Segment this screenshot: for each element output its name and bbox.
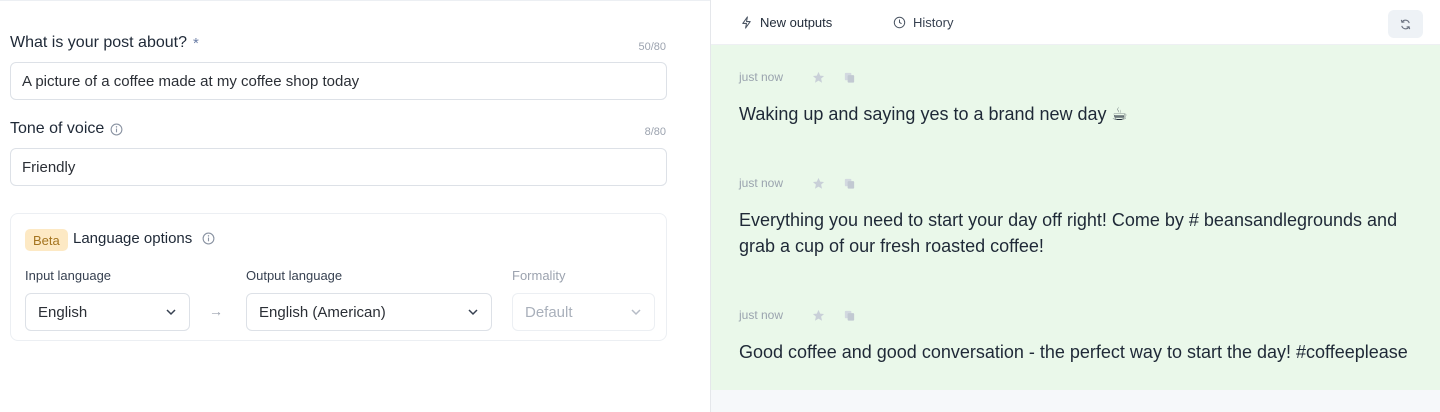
refresh-button[interactable] <box>1388 10 1423 38</box>
input-language-select[interactable]: English <box>25 293 190 331</box>
tone-label: Tone of voice <box>10 120 123 138</box>
star-icon[interactable] <box>812 71 825 84</box>
copy-icon[interactable] <box>843 71 856 84</box>
output-timestamp: just now <box>739 70 784 84</box>
star-icon[interactable] <box>812 309 825 322</box>
language-options-card: Beta Language options Input language Eng… <box>10 213 667 341</box>
tone-input[interactable]: Friendly <box>10 148 667 186</box>
beta-badge: Beta <box>25 229 68 251</box>
info-icon[interactable] <box>110 123 123 136</box>
info-icon[interactable] <box>202 232 215 245</box>
arrow-right-icon: → <box>209 303 223 319</box>
chevron-down-icon <box>468 309 478 316</box>
post-about-label-text: What is your post about? <box>10 34 187 51</box>
tab-new-outputs[interactable]: New outputs <box>740 0 832 45</box>
copy-icon[interactable] <box>843 309 856 322</box>
outputs-list: just now Waking up and saying yes to a b… <box>711 45 1440 390</box>
language-options-title: Language options <box>73 230 215 247</box>
tone-counter: 8/80 <box>644 126 666 138</box>
clock-icon <box>893 16 906 29</box>
refresh-icon <box>1400 19 1411 29</box>
output-language-label: Output language <box>246 268 343 283</box>
formality-label: Formality <box>512 268 566 283</box>
output-timestamp: just now <box>739 308 784 322</box>
language-options-title-text: Language options <box>73 230 193 247</box>
post-about-label: What is your post about? * <box>10 34 199 52</box>
formality-value: Default <box>525 303 573 321</box>
output-text[interactable]: Everything you need to start your day of… <box>739 207 1429 259</box>
input-language-label: Input language <box>25 268 112 283</box>
post-about-input[interactable]: A picture of a coffee made at my coffee … <box>10 62 667 100</box>
input-form: What is your post about? * 50/80 A pictu… <box>0 0 710 412</box>
output-panel: New outputs History just now Waking up a… <box>710 0 1440 412</box>
input-language-value: English <box>38 303 88 321</box>
tone-label-text: Tone of voice <box>10 120 105 137</box>
tab-history-label: History <box>913 15 954 30</box>
tab-history[interactable]: History <box>893 0 953 45</box>
output-language-value: English (American) <box>259 303 386 321</box>
lightning-icon <box>742 16 751 29</box>
required-marker: * <box>192 34 199 52</box>
chevron-down-icon <box>166 309 176 316</box>
tab-new-outputs-label: New outputs <box>760 15 833 30</box>
post-about-counter: 50/80 <box>638 41 666 53</box>
output-language-select[interactable]: English (American) <box>246 293 492 331</box>
formality-select[interactable]: Default <box>512 293 655 331</box>
output-timestamp: just now <box>739 176 784 190</box>
star-icon[interactable] <box>812 177 825 190</box>
chevron-down-icon <box>631 309 641 316</box>
copy-icon[interactable] <box>843 177 856 190</box>
output-text[interactable]: Waking up and saying yes to a brand new … <box>739 101 1429 127</box>
output-text[interactable]: Good coffee and good conversation - the … <box>739 339 1429 365</box>
output-tabs: New outputs History <box>711 0 1440 45</box>
